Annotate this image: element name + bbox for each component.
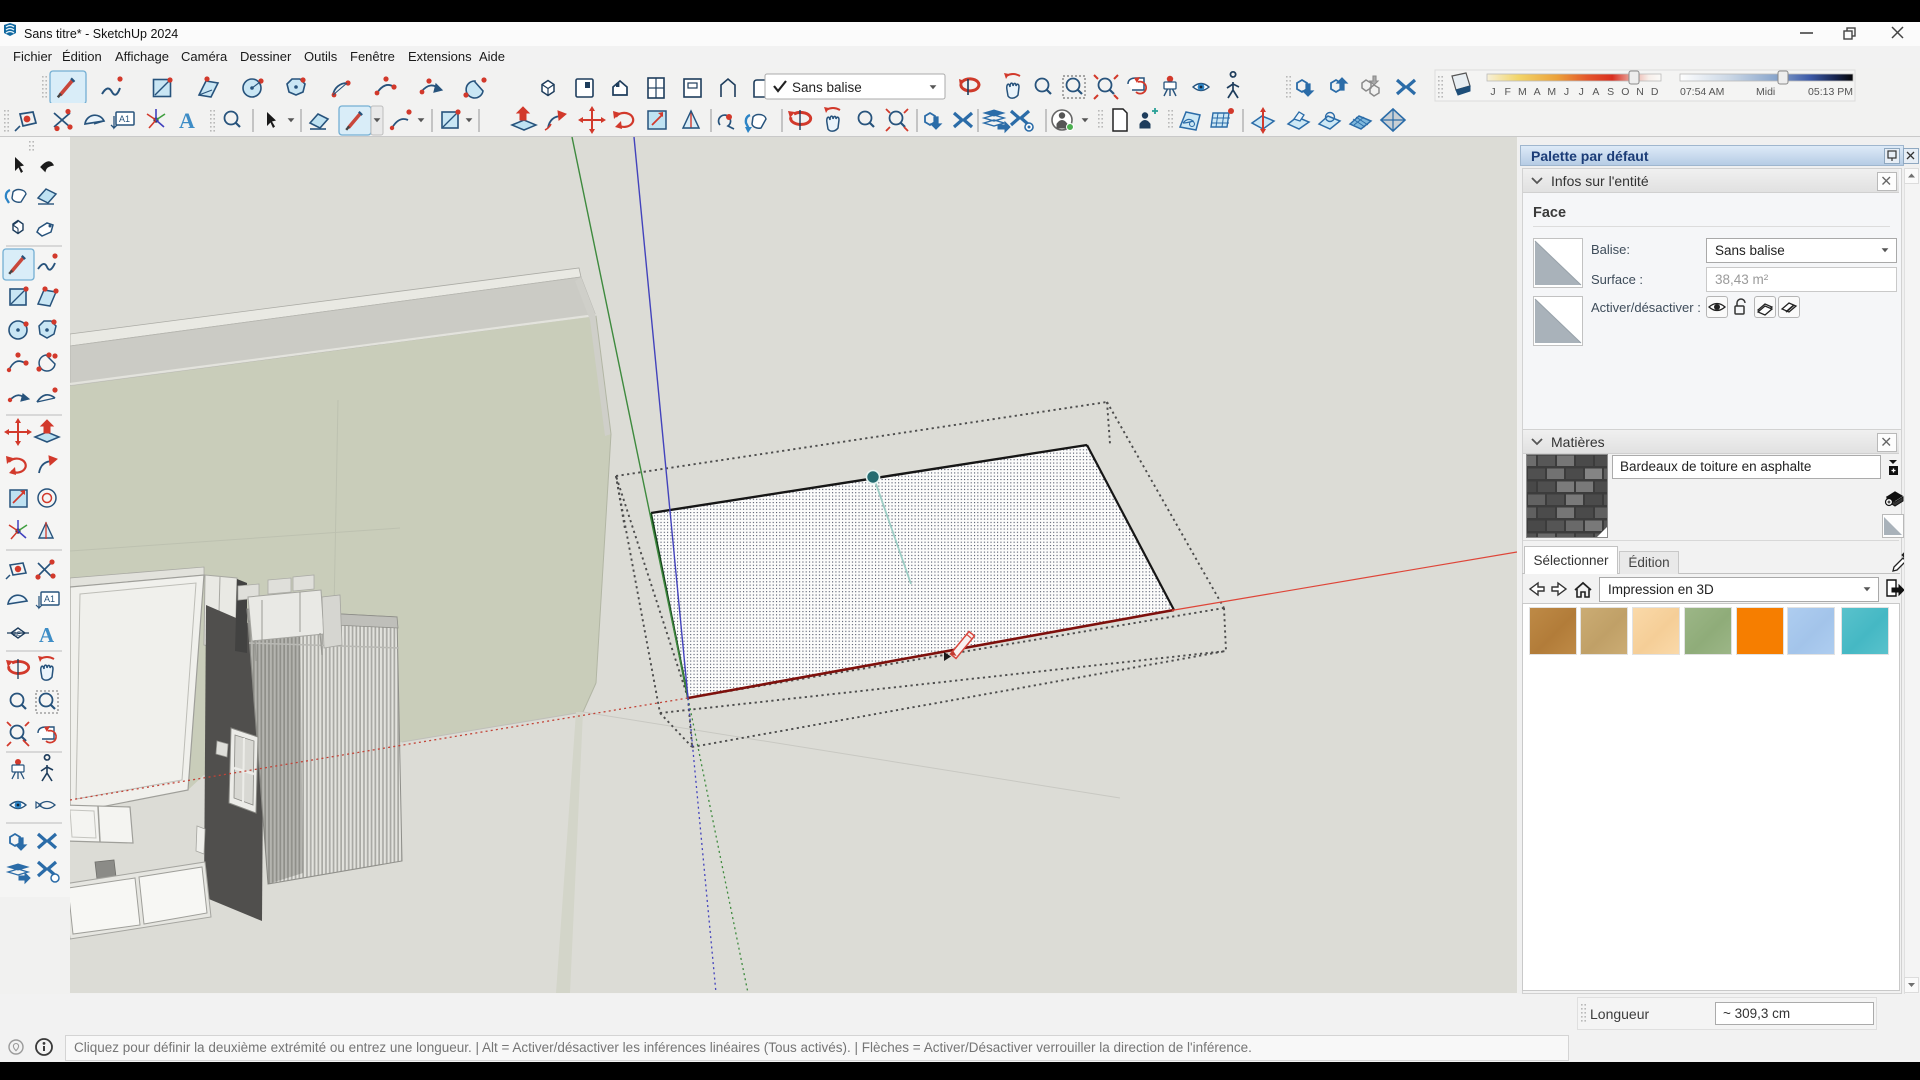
svg-text:A: A [1534, 86, 1541, 98]
svg-text:J: J [1564, 86, 1569, 98]
svg-text:05:13 PM: 05:13 PM [1808, 86, 1853, 98]
svg-text:Midi: Midi [1756, 86, 1775, 98]
svg-text:A1: A1 [119, 114, 130, 124]
svg-text:M: M [1518, 86, 1527, 98]
svg-text:Sans balise: Sans balise [792, 80, 862, 95]
svg-text:A: A [179, 108, 195, 133]
svg-text:A: A [1592, 86, 1599, 98]
svg-text:AE: AE [13, 632, 21, 638]
svg-text:A1: A1 [44, 594, 55, 604]
svg-text:A: A [39, 623, 55, 647]
svg-text:J: J [1579, 86, 1584, 98]
svg-text:F: F [1504, 86, 1510, 98]
svg-text:J: J [1490, 86, 1495, 98]
svg-text:M: M [1547, 86, 1556, 98]
svg-text:N: N [1636, 86, 1644, 98]
svg-text:07:54 AM: 07:54 AM [1680, 86, 1724, 98]
svg-text:D: D [1651, 86, 1659, 98]
svg-text:S: S [1607, 86, 1614, 98]
svg-text:O: O [1621, 86, 1629, 98]
